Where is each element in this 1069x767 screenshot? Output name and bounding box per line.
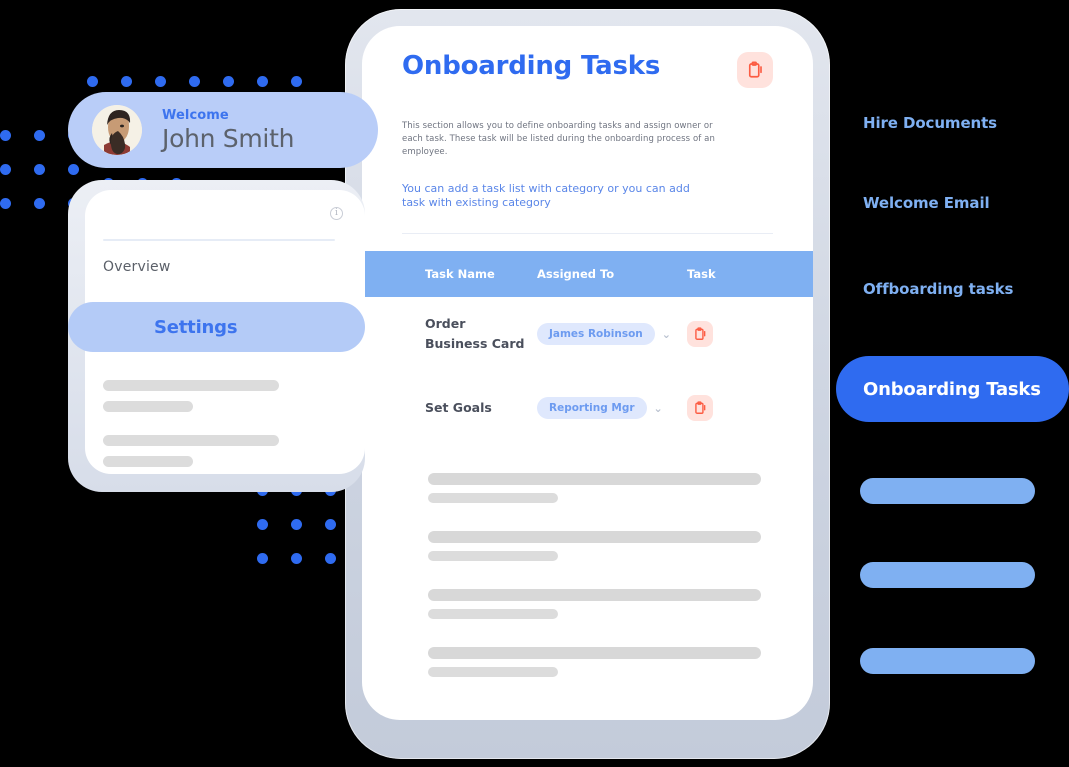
menu-placeholder-bar[interactable] [860, 562, 1035, 588]
skeleton-row [362, 589, 813, 620]
cell-assigned-to: James Robinson ⌄ [537, 323, 687, 346]
add-task-hint-link[interactable]: You can add a task list with category or… [402, 182, 702, 212]
chevron-down-icon[interactable]: ⌄ [654, 403, 663, 414]
cell-task-name: Order Business Card [425, 315, 525, 352]
column-header-assigned-to: Assigned To [537, 267, 615, 282]
chevron-down-icon[interactable]: ⌄ [662, 329, 671, 340]
decorative-dot [189, 76, 200, 87]
skeleton-bar [103, 380, 279, 391]
decorative-dot [291, 76, 302, 87]
decorative-dot [0, 164, 11, 175]
decorative-dot [291, 519, 302, 530]
decorative-dot [155, 76, 166, 87]
skeleton-bar [103, 401, 193, 412]
nav-item-settings-label: Settings [154, 316, 238, 338]
info-icon[interactable]: i [330, 207, 343, 220]
welcome-card: Welcome John Smith [68, 92, 378, 168]
panel-skeleton-group-2 [103, 435, 279, 467]
assignee-chip[interactable]: Reporting Mgr [537, 397, 647, 420]
decorative-dot [257, 519, 268, 530]
assignee-chip[interactable]: James Robinson [537, 323, 655, 346]
decorative-dot [121, 76, 132, 87]
skeleton-bar [428, 473, 761, 486]
menu-placeholder-bar[interactable] [860, 648, 1035, 674]
table-body: Order Business Card James Robinson ⌄ Set Go… [362, 297, 813, 445]
phone-screen: Onboarding Tasks This section allows you… [362, 26, 813, 720]
decorative-dot [0, 198, 11, 209]
avatar [92, 105, 142, 155]
page-title: Onboarding Tasks [402, 51, 661, 81]
decorative-dot [325, 553, 336, 564]
info-icon-glyph: i [330, 207, 343, 220]
skeleton-bar [428, 531, 761, 544]
skeleton-row [362, 473, 813, 504]
nav-item-overview[interactable]: Overview [103, 259, 171, 275]
skeleton-bar [428, 551, 558, 562]
phone-header: Onboarding Tasks [402, 52, 773, 88]
decorative-dot [34, 130, 45, 141]
panel-skeleton-group-1 [103, 380, 279, 412]
panel-divider [103, 239, 335, 241]
menu-item-onboarding-tasks[interactable]: Onboarding Tasks [836, 356, 1069, 422]
cell-task-name: Set Goals [425, 399, 492, 415]
clipboard-icon[interactable] [687, 395, 713, 422]
table-row: Set Goals Reporting Mgr ⌄ [362, 371, 813, 445]
cell-assigned-to: Reporting Mgr ⌄ [537, 397, 687, 420]
nav-item-settings[interactable]: Settings [68, 302, 365, 352]
skeleton-bar [428, 609, 558, 620]
table-header-row: Task Name Assigned To Task [362, 251, 813, 298]
screenshot-root: Onboarding Tasks This section allows you… [0, 0, 1069, 767]
decorative-dot [34, 198, 45, 209]
skeleton-row [362, 531, 813, 562]
skeleton-bar [428, 493, 558, 504]
menu-item-onboarding-tasks-label: Onboarding Tasks [863, 378, 1041, 400]
divider [402, 233, 773, 235]
skeleton-row [362, 647, 813, 678]
menu-item-offboarding-tasks[interactable]: Offboarding tasks [836, 280, 1013, 298]
skeleton-placeholder-list [362, 473, 813, 678]
decorative-dot [257, 76, 268, 87]
menu-placeholder-bar[interactable] [860, 478, 1035, 504]
decorative-dot [325, 519, 336, 530]
decorative-dot [257, 553, 268, 564]
section-description: This section allows you to define onboar… [402, 121, 715, 158]
decorative-dot [223, 76, 234, 87]
column-header-task-name: Task Name [425, 267, 495, 282]
skeleton-bar [103, 435, 279, 446]
skeleton-bar [103, 456, 193, 467]
cell-task-action [687, 395, 807, 422]
decorative-dot [87, 76, 98, 87]
table-row: Order Business Card James Robinson ⌄ [362, 297, 813, 371]
welcome-text-group: Welcome John Smith [162, 108, 294, 153]
clipboard-icon[interactable] [687, 321, 713, 348]
decorative-dot [0, 130, 11, 141]
decorative-dot [291, 553, 302, 564]
menu-item-welcome-email[interactable]: Welcome Email [836, 194, 990, 212]
cell-task-action [687, 321, 807, 348]
skeleton-bar [428, 667, 558, 678]
clipboard-icon[interactable] [737, 52, 773, 88]
welcome-greeting: Welcome [162, 107, 229, 123]
column-header-task: Task [687, 267, 716, 282]
skeleton-bar [428, 589, 761, 602]
menu-item-hire-documents[interactable]: Hire Documents [836, 114, 997, 132]
user-name: John Smith [162, 123, 295, 153]
decorative-dot [34, 164, 45, 175]
decorative-dot [68, 164, 79, 175]
skeleton-bar [428, 647, 761, 660]
